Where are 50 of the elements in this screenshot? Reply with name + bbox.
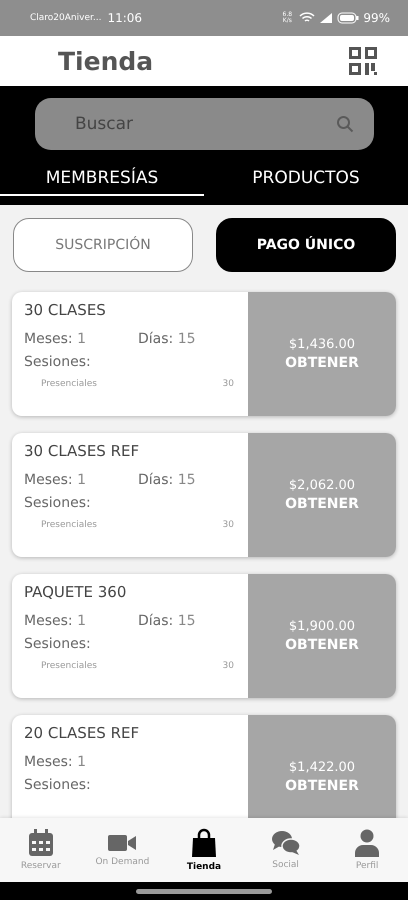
- months-info: Meses: 1: [24, 331, 87, 347]
- search-field[interactable]: Buscar: [35, 98, 374, 150]
- buy-button[interactable]: $1,900.00 OBTENER: [248, 574, 396, 698]
- session-type: Presenciales: [41, 379, 97, 389]
- tab[interactable]: MEMBRESÍAS: [0, 164, 204, 196]
- session-count: 30: [222, 661, 234, 671]
- nav-item[interactable]: Perfil: [332, 829, 402, 871]
- buy-button[interactable]: $1,422.00 OBTENER: [248, 715, 396, 818]
- battery-icon: [337, 12, 360, 24]
- signal-icon: [319, 12, 334, 24]
- clock: 11:06: [107, 11, 142, 25]
- card-title: 20 CLASES REF: [24, 724, 140, 742]
- wifi-icon: [299, 12, 316, 24]
- session-count: 30: [222, 520, 234, 530]
- sessions-label: Sesiones:: [24, 636, 92, 652]
- person-icon: [354, 829, 380, 857]
- tab[interactable]: PRODUCTOS: [204, 164, 408, 196]
- calendar-icon: [28, 829, 54, 857]
- session-type: Presenciales: [41, 661, 97, 671]
- battery-level: 99%: [363, 11, 390, 25]
- months-info: Meses: 1: [24, 613, 87, 629]
- card-title: 30 CLASES REF: [24, 442, 140, 460]
- days-info: Días: 15: [138, 472, 196, 488]
- sessions-label: Sesiones:: [24, 354, 92, 370]
- card-title: PAQUETE 360: [24, 583, 128, 601]
- months-info: Meses: 1: [24, 472, 87, 488]
- sessions-label: Sesiones:: [24, 495, 92, 511]
- video-camera-icon: [108, 833, 136, 853]
- nav-item[interactable]: Reservar: [6, 829, 76, 871]
- session-type: Presenciales: [41, 520, 97, 530]
- days-info: Días: 15: [138, 331, 196, 347]
- buy-button[interactable]: $1,436.00 OBTENER: [248, 292, 396, 416]
- page-title: Tienda: [58, 46, 154, 76]
- payment-type-button[interactable]: PAGO ÚNICO: [216, 218, 396, 272]
- nav-item[interactable]: Social: [250, 830, 321, 870]
- days-info: Días: 15: [138, 613, 196, 629]
- carrier-name: Claro20Aniver...: [30, 13, 102, 23]
- search-icon: [336, 115, 354, 133]
- months-info: Meses: 1: [24, 754, 87, 770]
- card-title: 30 CLASES: [24, 301, 107, 319]
- home-indicator[interactable]: [136, 888, 272, 894]
- shopping-bag-icon: [190, 828, 217, 858]
- session-count: 30: [222, 379, 234, 389]
- nav-item[interactable]: Tienda: [168, 828, 239, 872]
- nav-item[interactable]: On Demand: [87, 833, 158, 867]
- buy-button[interactable]: $2,062.00 OBTENER: [248, 433, 396, 557]
- payment-type-button[interactable]: SUSCRIPCIÓN: [13, 218, 193, 272]
- sessions-label: Sesiones:: [24, 777, 92, 793]
- qr-code-icon[interactable]: [348, 46, 378, 76]
- chat-bubbles-icon: [270, 830, 301, 856]
